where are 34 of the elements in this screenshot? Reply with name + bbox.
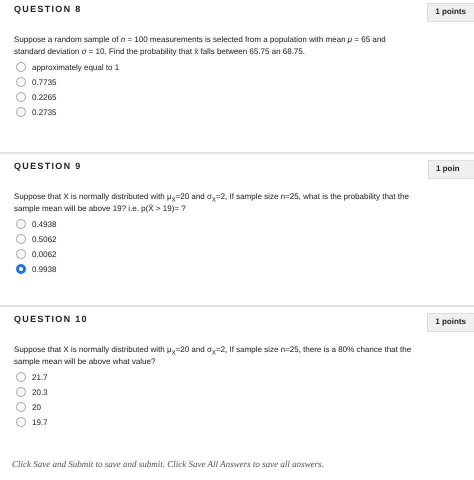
radio-button[interactable]	[16, 77, 26, 87]
option-label: 20	[32, 402, 41, 412]
radio-button[interactable]	[16, 249, 26, 259]
question-title: QUESTION 10	[14, 313, 88, 324]
option-label: 0.2265	[32, 92, 56, 102]
option-label: 0.4938	[32, 220, 56, 228]
points-badge: 1 points	[427, 313, 474, 332]
radio-button[interactable]	[16, 264, 26, 274]
radio-button[interactable]	[16, 92, 26, 102]
radio-button[interactable]	[16, 107, 26, 117]
option-label: 0.2735	[32, 108, 56, 116]
instruction-text: Click Save and Submit to save and submit. Click Save All Answers to save all answers.	[12, 459, 325, 469]
option-label: 21.7	[32, 372, 48, 382]
question-text: Suppose that X is normally distributed with μ$_{X}$=20 and σ$_{X}$=2, If sample size n=25, what is the probability that the sample mean will be above 19? i.e. p(X̄ > 19)= ?	[14, 191, 410, 215]
radio-button[interactable]	[16, 402, 26, 412]
option-label: 20.3	[32, 388, 48, 396]
question-title: QUESTION 8	[14, 3, 82, 14]
radio-button[interactable]	[16, 417, 26, 427]
radio-button[interactable]	[16, 387, 26, 397]
option-label: approximately equal to 1	[32, 62, 120, 72]
option-label: 0.0062	[32, 250, 56, 258]
option-label: 0.5062	[32, 234, 56, 244]
option-label: 19.7	[32, 418, 48, 426]
question-text: Suppose that X is normally distributed with μ$_{X}$=20 and σ$_{X}$=2, If sample size n=25, there is a 80% chance that the sample mean will be above what value?	[14, 344, 412, 368]
option-label: 0.7735	[32, 78, 56, 86]
question-title: QUESTION 9	[14, 160, 82, 171]
question-text: Suppose a random sample of n = 100 measurements is selected from a population with mean μ = 65 and standard deviation σ = 10. Find the probability that x̄ falls between 65.75 an 68.75.	[14, 34, 387, 58]
radio-button[interactable]	[16, 62, 26, 72]
points-badge: 1 points	[427, 3, 474, 22]
option-label: 0.9938	[32, 264, 56, 274]
points-badge: 1 poin	[428, 160, 474, 179]
radio-button[interactable]	[16, 234, 26, 244]
radio-button[interactable]	[16, 219, 26, 229]
radio-button[interactable]	[16, 372, 26, 382]
